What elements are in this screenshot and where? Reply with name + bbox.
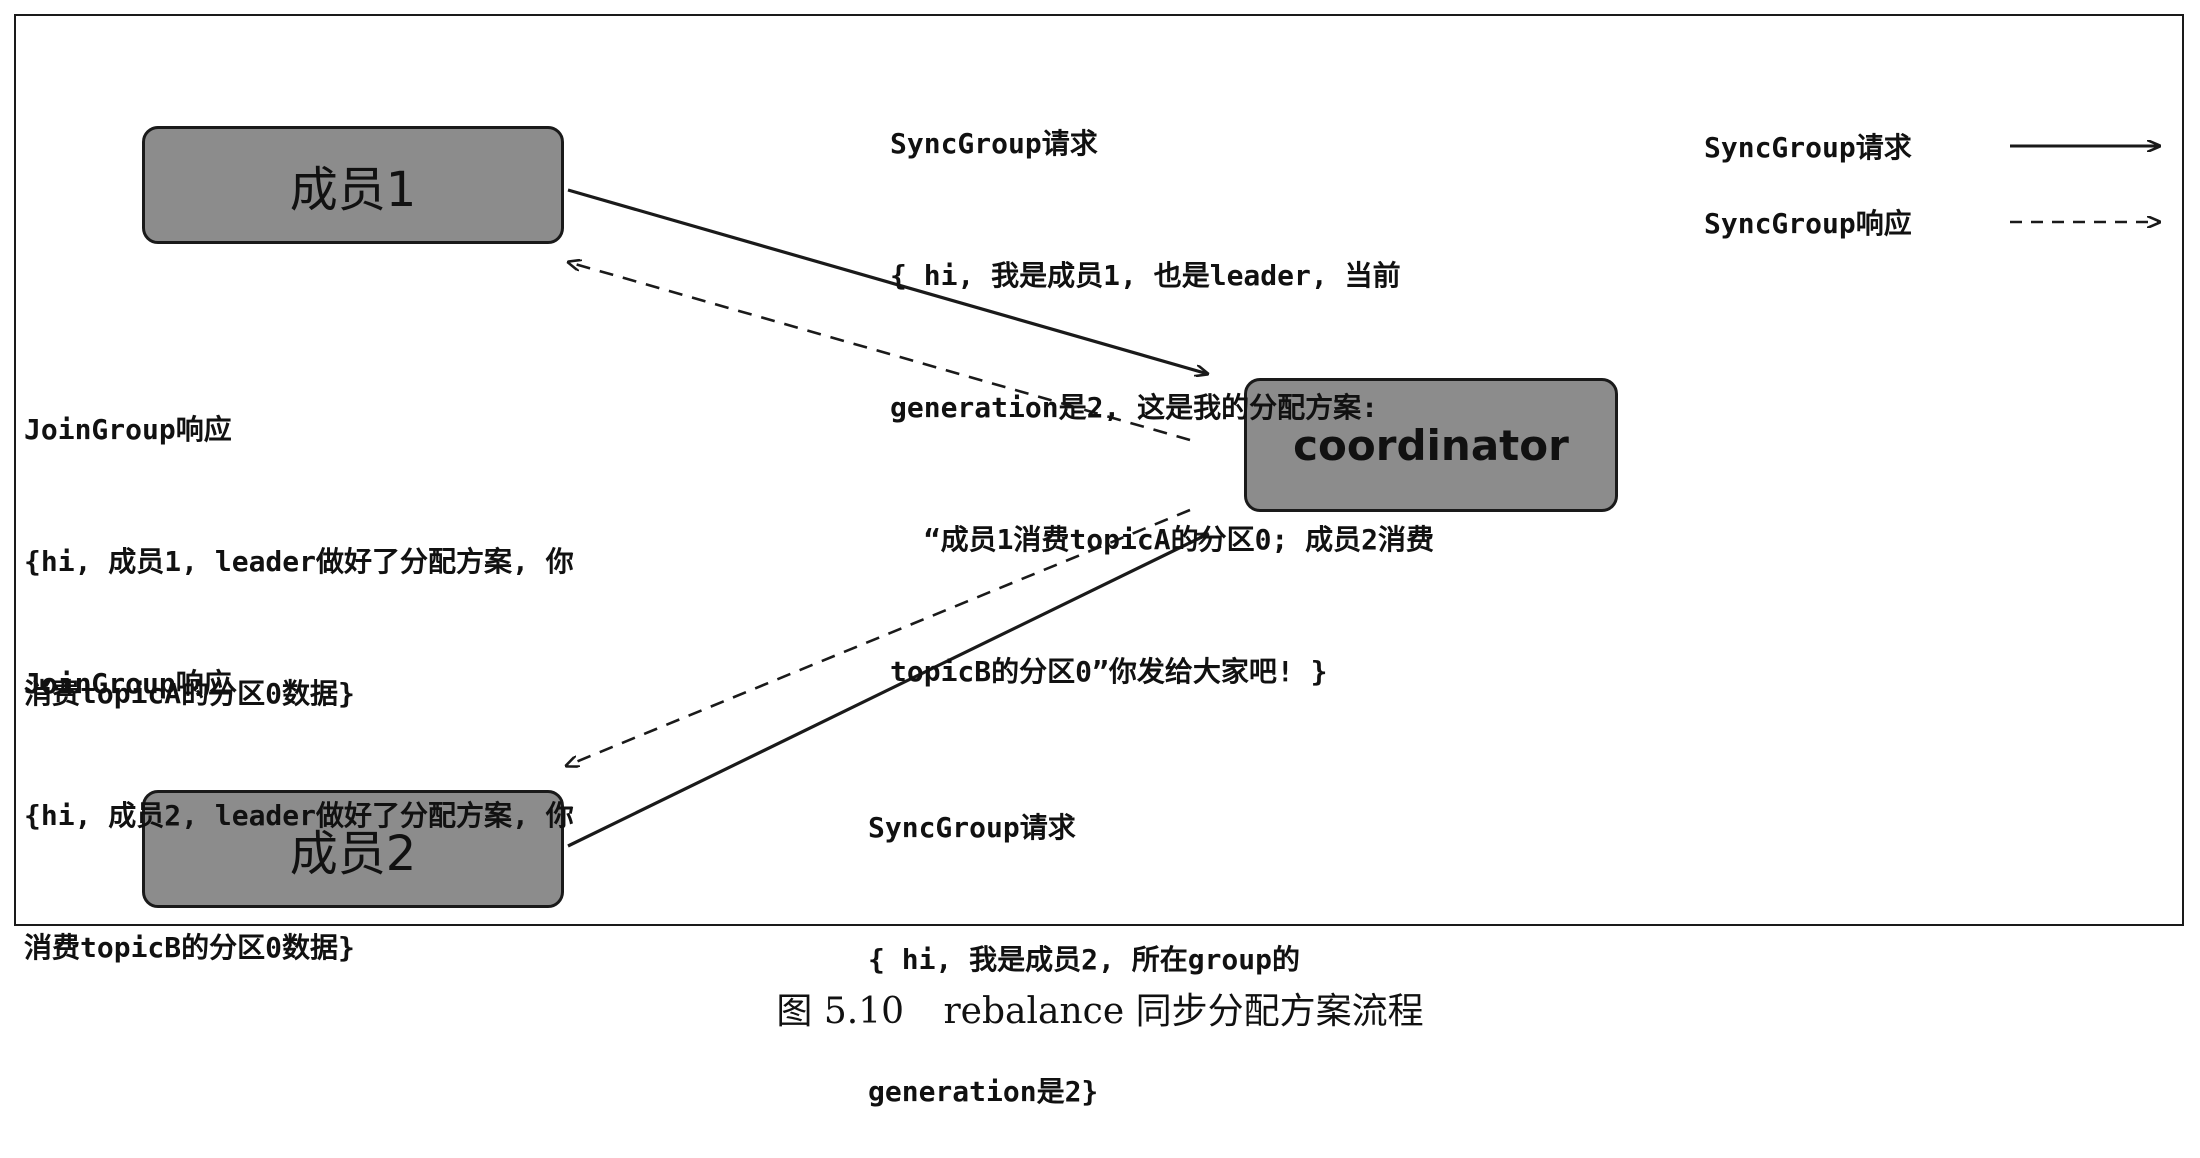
sync-request-1-title: SyncGroup请求	[890, 127, 1098, 160]
sync-request-message-1: SyncGroup请求 { hi, 我是成员1, 也是leader, 当前 ge…	[890, 34, 1434, 738]
sync-request-2-line: generation是2}	[868, 1075, 1099, 1108]
figure-caption: 图 5.10 rebalance 同步分配方案流程	[0, 982, 2200, 1034]
join-response-2-title: JoinGroup响应	[24, 667, 232, 700]
legend-response: SyncGroup响应	[1704, 202, 1912, 242]
sync-request-1-line: { hi, 我是成员1, 也是leader, 当前	[890, 259, 1401, 292]
sync-request-1-line: “成员1消费topicA的分区0; 成员2消费	[890, 523, 1435, 556]
join-response-2-line: 消费topicB的分区0数据}	[24, 931, 355, 964]
join-response-2-line: {hi, 成员2, leader做好了分配方案, 你	[24, 799, 574, 832]
sync-request-2-title: SyncGroup请求	[868, 811, 1076, 844]
sync-request-message-2: SyncGroup请求 { hi, 我是成员2, 所在group的 genera…	[868, 718, 1300, 1158]
sync-request-1-line: generation是2, 这是我的分配方案:	[890, 391, 1379, 424]
figure-number: 图 5.10	[776, 991, 905, 1032]
sync-request-2-line: { hi, 我是成员2, 所在group的	[868, 943, 1301, 976]
legend-request-label: SyncGroup请求	[1704, 131, 1912, 164]
sync-request-1-line: topicB的分区0”你发给大家吧! }	[890, 655, 1328, 688]
member1-label: 成员1	[289, 162, 417, 218]
member1-node: 成员1	[142, 126, 564, 244]
figure-title: rebalance 同步分配方案流程	[943, 991, 1424, 1032]
join-response-1-title: JoinGroup响应	[24, 413, 232, 446]
legend-request: SyncGroup请求	[1704, 126, 1912, 166]
join-response-message-2: JoinGroup响应 {hi, 成员2, leader做好了分配方案, 你 消…	[24, 574, 574, 1014]
legend-response-label: SyncGroup响应	[1704, 207, 1912, 240]
